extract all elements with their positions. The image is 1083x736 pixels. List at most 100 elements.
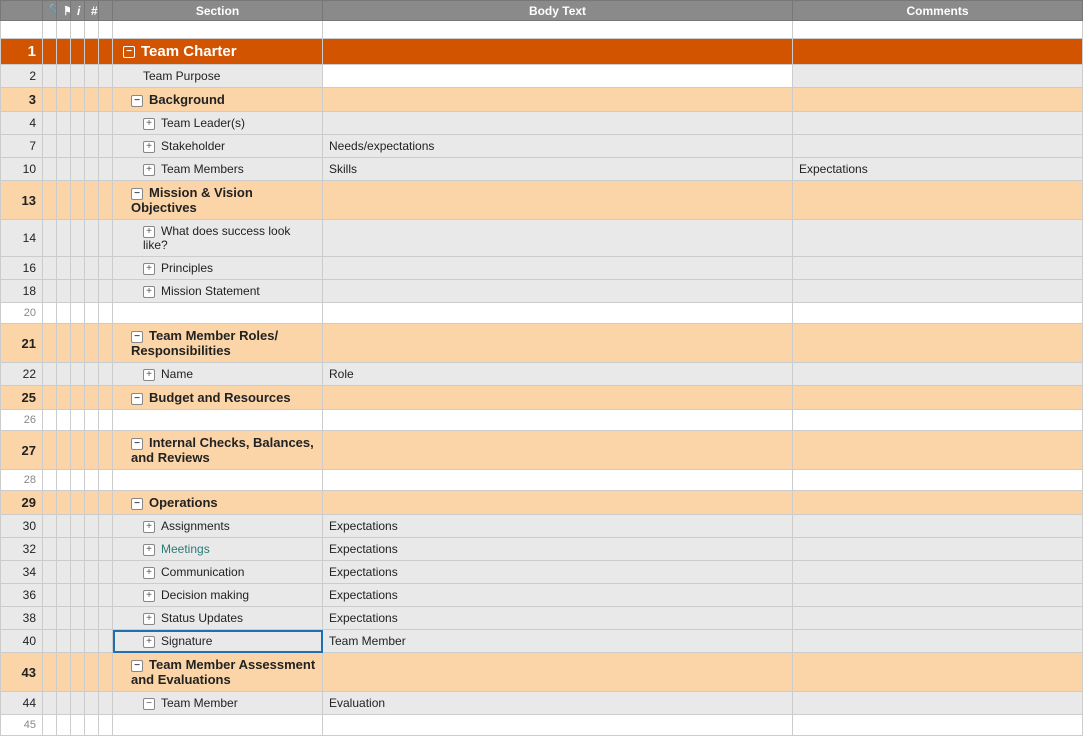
body-cell[interactable]	[323, 220, 793, 257]
collapse-icon[interactable]	[131, 188, 143, 200]
comments-cell[interactable]	[793, 410, 1083, 431]
body-cell[interactable]: Team Member	[323, 630, 793, 653]
expand-icon[interactable]	[143, 567, 155, 579]
table-row[interactable]: 2Team Purpose	[1, 65, 1083, 88]
body-cell[interactable]: Expectations	[323, 538, 793, 561]
row-number[interactable]: 3	[1, 88, 43, 112]
section-cell[interactable]: Signature	[113, 630, 323, 653]
table-row[interactable]: 13Mission & Vision Objectives	[1, 181, 1083, 220]
row-number[interactable]: 4	[1, 112, 43, 135]
outline-grid[interactable]: 📎 ⚑ i # Section Body Text Comments 1Team…	[0, 0, 1083, 736]
row-number[interactable]: 36	[1, 584, 43, 607]
body-cell[interactable]: Role	[323, 363, 793, 386]
body-cell[interactable]	[323, 39, 793, 65]
comments-cell[interactable]	[793, 538, 1083, 561]
comments-cell[interactable]	[793, 324, 1083, 363]
row-number[interactable]: 10	[1, 158, 43, 181]
section-cell[interactable]	[113, 410, 323, 431]
body-cell[interactable]: Needs/expectations	[323, 135, 793, 158]
section-cell[interactable]: Status Updates	[113, 607, 323, 630]
row-number[interactable]: 38	[1, 607, 43, 630]
comments-cell[interactable]	[793, 584, 1083, 607]
row-number[interactable]: 26	[1, 410, 43, 431]
expand-icon[interactable]	[143, 141, 155, 153]
header-info-icon[interactable]: i	[71, 1, 85, 21]
filter-row[interactable]	[1, 21, 1083, 39]
section-cell[interactable]: Team Members	[113, 158, 323, 181]
section-cell[interactable]: Budget and Resources	[113, 386, 323, 410]
section-cell[interactable]: Internal Checks, Balances, and Reviews	[113, 431, 323, 470]
row-number[interactable]: 30	[1, 515, 43, 538]
table-row[interactable]: 30AssignmentsExpectations	[1, 515, 1083, 538]
table-row[interactable]: 40 SignatureTeam Member	[1, 630, 1083, 653]
row-number[interactable]: 25	[1, 386, 43, 410]
table-row[interactable]: 27Internal Checks, Balances, and Reviews	[1, 431, 1083, 470]
comments-cell[interactable]	[793, 715, 1083, 736]
row-number[interactable]: 7	[1, 135, 43, 158]
section-cell[interactable]: Background	[113, 88, 323, 112]
expand-icon[interactable]	[143, 636, 155, 648]
table-row[interactable]: 25 Budget and Resources	[1, 386, 1083, 410]
collapse-icon[interactable]	[143, 698, 155, 710]
row-number[interactable]: 34	[1, 561, 43, 584]
body-cell[interactable]	[323, 280, 793, 303]
section-cell[interactable]: Principles	[113, 257, 323, 280]
comments-cell[interactable]	[793, 220, 1083, 257]
expand-icon[interactable]	[143, 590, 155, 602]
table-row[interactable]: 38Status UpdatesExpectations	[1, 607, 1083, 630]
header-hash-icon[interactable]: #	[85, 1, 99, 21]
section-cell[interactable]: Team Leader(s)	[113, 112, 323, 135]
header-flag-icon[interactable]: ⚑	[57, 1, 71, 21]
comments-cell[interactable]	[793, 470, 1083, 491]
row-number[interactable]: 16	[1, 257, 43, 280]
row-number[interactable]: 43	[1, 653, 43, 692]
comments-cell[interactable]	[793, 515, 1083, 538]
table-row[interactable]: 16 Principles	[1, 257, 1083, 280]
section-cell[interactable]: Team Member Roles/ Responsibilities	[113, 324, 323, 363]
body-cell[interactable]: Expectations	[323, 561, 793, 584]
section-cell[interactable]: Name	[113, 363, 323, 386]
body-cell[interactable]	[323, 88, 793, 112]
section-cell[interactable]	[113, 303, 323, 324]
collapse-icon[interactable]	[131, 660, 143, 672]
body-cell[interactable]: Expectations	[323, 584, 793, 607]
table-row[interactable]: 20	[1, 303, 1083, 324]
table-row[interactable]: 32MeetingsExpectations	[1, 538, 1083, 561]
body-cell[interactable]	[323, 470, 793, 491]
row-number[interactable]: 21	[1, 324, 43, 363]
header-body[interactable]: Body Text	[323, 1, 793, 21]
section-cell[interactable]: Stakeholder	[113, 135, 323, 158]
comments-cell[interactable]	[793, 303, 1083, 324]
body-cell[interactable]	[323, 386, 793, 410]
body-cell[interactable]: Skills	[323, 158, 793, 181]
collapse-icon[interactable]	[131, 498, 143, 510]
section-cell[interactable]: Team Charter	[113, 39, 323, 65]
row-number[interactable]: 44	[1, 692, 43, 715]
row-number[interactable]: 28	[1, 470, 43, 491]
collapse-icon[interactable]	[131, 95, 143, 107]
body-cell[interactable]	[323, 653, 793, 692]
expand-icon[interactable]	[143, 286, 155, 298]
row-number[interactable]: 40	[1, 630, 43, 653]
section-cell[interactable]: Communication	[113, 561, 323, 584]
table-row[interactable]: 36 Decision makingExpectations	[1, 584, 1083, 607]
expand-icon[interactable]	[143, 164, 155, 176]
collapse-icon[interactable]	[131, 438, 143, 450]
expand-icon[interactable]	[143, 521, 155, 533]
section-cell[interactable]: Operations	[113, 491, 323, 515]
row-number[interactable]: 13	[1, 181, 43, 220]
section-cell[interactable]	[113, 470, 323, 491]
comments-cell[interactable]: Expectations	[793, 158, 1083, 181]
table-row[interactable]: 44Team MemberEvaluation	[1, 692, 1083, 715]
section-cell[interactable]: Mission Statement	[113, 280, 323, 303]
comments-cell[interactable]	[793, 561, 1083, 584]
body-cell[interactable]	[323, 257, 793, 280]
section-cell[interactable]: What does success look like?	[113, 220, 323, 257]
header-section[interactable]: Section	[113, 1, 323, 21]
table-row[interactable]: 45	[1, 715, 1083, 736]
table-row[interactable]: 4 Team Leader(s)	[1, 112, 1083, 135]
comments-cell[interactable]	[793, 386, 1083, 410]
table-row[interactable]: 3 Background	[1, 88, 1083, 112]
comments-cell[interactable]	[793, 491, 1083, 515]
section-cell[interactable]: Decision making	[113, 584, 323, 607]
